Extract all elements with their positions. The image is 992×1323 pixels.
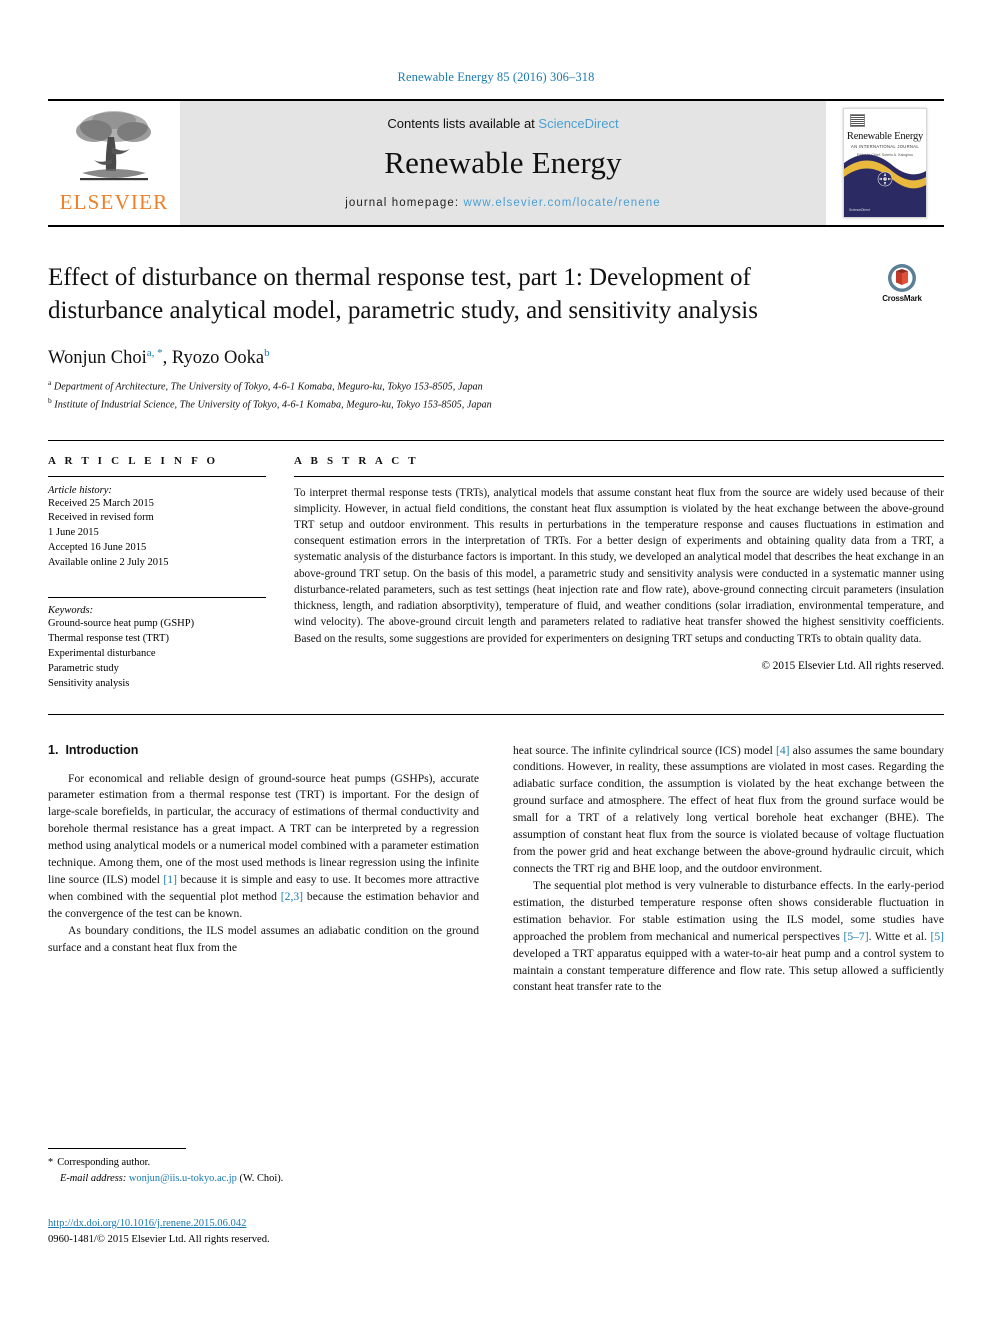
journal-title: Renewable Energy: [384, 144, 622, 180]
author-marks-1: a, *: [146, 347, 163, 359]
section-heading-introduction: 1. Introduction: [48, 743, 479, 757]
running-head: Renewable Energy 85 (2016) 306–318: [397, 70, 595, 84]
elsevier-tree-icon: [76, 111, 151, 181]
article-history-label: Article history:: [48, 484, 112, 496]
paper-page: Renewable Energy 85 (2016) 306–318 ELSEV…: [0, 0, 992, 1323]
affiliation-mark-b: b: [48, 396, 52, 406]
history-item: 1 June 2015: [48, 527, 99, 539]
author-marks-2: b: [264, 347, 270, 359]
affiliation-a: a Department of Architecture, The Univer…: [48, 378, 944, 395]
elsevier-logo-block: ELSEVIER: [48, 101, 180, 225]
cover-publisher-icon: [850, 114, 865, 127]
crossmark-label: CrossMark: [882, 294, 922, 303]
section-title: Introduction: [65, 742, 139, 757]
article-info-rule: [48, 475, 266, 477]
citation-link[interactable]: [1]: [163, 873, 177, 886]
body-separator-rule: [48, 713, 944, 715]
body-column-right: heat source. The infinite cylindrical so…: [513, 743, 944, 997]
email-owner: (W. Choi).: [239, 1172, 284, 1184]
affiliation-mark-a: a: [48, 378, 52, 388]
body-columns: 1. Introduction For economical and reliab…: [48, 743, 944, 997]
citation-link[interactable]: [2,3]: [281, 890, 303, 903]
homepage-url-link[interactable]: www.elsevier.com/locate/renene: [463, 197, 660, 209]
cover-title: Renewable Energy: [846, 131, 924, 142]
cover-emblem-icon: [877, 171, 893, 187]
corresponding-author-label: Corresponding author.: [57, 1157, 151, 1168]
abstract-text: To interpret thermal response tests (TRT…: [294, 486, 944, 645]
keyword-item: Thermal response test (TRT): [48, 632, 169, 644]
article-info-heading: A R T I C L E I N F O: [48, 454, 219, 467]
info-abstract-section: A R T I C L E I N F O Article history: R…: [48, 439, 944, 692]
journal-masthead: ELSEVIER Contents lists available at Sci…: [48, 99, 944, 227]
section-number: 1.: [48, 742, 59, 757]
keyword-item: Sensitivity analysis: [48, 677, 130, 689]
contents-prefix: Contents lists available at: [387, 115, 539, 131]
article-history-list: Received 25 March 2015 Received in revis…: [48, 497, 266, 572]
contents-available-line: Contents lists available at ScienceDirec…: [387, 116, 618, 131]
homepage-prefix: journal homepage:: [345, 196, 464, 209]
keyword-item: Ground-source heat pump (GSHP): [48, 618, 195, 630]
history-item: Received 25 March 2015: [48, 497, 154, 509]
email-link[interactable]: wonjun@iis.u-tokyo.ac.jp: [129, 1173, 237, 1184]
issn-copyright-line: 0960-1481/© 2015 Elsevier Ltd. All right…: [48, 1233, 270, 1245]
journal-homepage-line: journal homepage: www.elsevier.com/locat…: [345, 197, 661, 209]
citation-link[interactable]: [5]: [930, 930, 944, 943]
body-column-left: 1. Introduction For economical and reliab…: [48, 743, 479, 997]
corresponding-author-mark: *: [48, 1157, 54, 1168]
doi-block: http://dx.doi.org/10.1016/j.renene.2015.…: [48, 1216, 270, 1248]
footnote-body: * Corresponding author. E-mail address: w…: [48, 1155, 468, 1186]
crossmark-icon: [888, 264, 916, 292]
masthead-center: Contents lists available at ScienceDirec…: [180, 101, 826, 225]
affiliations: a Department of Architecture, The Univer…: [48, 378, 944, 413]
history-item: Accepted 16 June 2015: [48, 542, 147, 554]
intro-paragraph-4: The sequential plot method is very vulne…: [513, 878, 944, 994]
abstract-heading: A B S T R A C T: [294, 454, 419, 467]
journal-cover-thumbnail: Renewable Energy AN INTERNATIONAL JOURNA…: [843, 108, 927, 218]
footnote-rule: [48, 1148, 186, 1149]
cover-footer-text: ScienceDirect: [849, 207, 870, 212]
email-line: E-mail address: wonjun@iis.u-tokyo.ac.jp…: [48, 1171, 468, 1187]
author-list: Wonjun Choia, *, Ryozo Ookab: [48, 347, 270, 369]
intro-paragraph-3: heat source. The infinite cylindrical so…: [513, 743, 945, 876]
intro-paragraph-2: As boundary conditions, the ILS model as…: [48, 923, 479, 954]
corresponding-author-line: * Corresponding author.: [48, 1155, 468, 1171]
title-area: Effect of disturbance on thermal respons…: [48, 261, 944, 414]
citation-link[interactable]: [4]: [776, 744, 790, 757]
citation-link[interactable]: [5–7]: [843, 930, 868, 943]
sciencedirect-link[interactable]: ScienceDirect: [538, 116, 618, 131]
author-name-2: Ryozo Ooka: [171, 348, 265, 369]
author-name-1: Wonjun Choi: [48, 348, 147, 369]
history-item: Received in revised form: [48, 512, 154, 524]
article-info-column: A R T I C L E I N F O Article history: R…: [48, 455, 266, 692]
abstract-column: A B S T R A C T To interpret thermal res…: [294, 455, 944, 692]
email-label: E-mail address:: [60, 1172, 127, 1184]
affiliation-text-a: Department of Architecture, The Universi…: [53, 381, 483, 393]
doi-link[interactable]: http://dx.doi.org/10.1016/j.renene.2015.…: [48, 1216, 270, 1232]
keyword-item: Parametric study: [48, 662, 119, 674]
keywords-label: Keywords:: [48, 605, 94, 617]
affiliation-b: b Institute of Industrial Science, The U…: [48, 396, 944, 413]
intro-paragraph-1: For economical and reliable design of gr…: [48, 771, 479, 920]
corresponding-author-footnote: * Corresponding author. E-mail address: w…: [48, 1148, 468, 1186]
abstract-copyright: © 2015 Elsevier Ltd. All rights reserved…: [761, 659, 945, 672]
article-title: Effect of disturbance on thermal respons…: [48, 264, 758, 324]
crossmark-badge[interactable]: CrossMark: [860, 263, 944, 303]
journal-cover-block: Renewable Energy AN INTERNATIONAL JOURNA…: [826, 101, 944, 225]
keywords-rule: [48, 597, 266, 599]
keyword-item: Experimental disturbance: [48, 647, 156, 659]
elsevier-wordmark: ELSEVIER: [59, 190, 169, 214]
abstract-rule: [294, 475, 944, 477]
history-item: Available online 2 July 2015: [48, 557, 169, 569]
keywords-list: Ground-source heat pump (GSHP) Thermal r…: [48, 617, 266, 692]
affiliation-text-b: Institute of Industrial Science, The Uni…: [54, 399, 492, 411]
